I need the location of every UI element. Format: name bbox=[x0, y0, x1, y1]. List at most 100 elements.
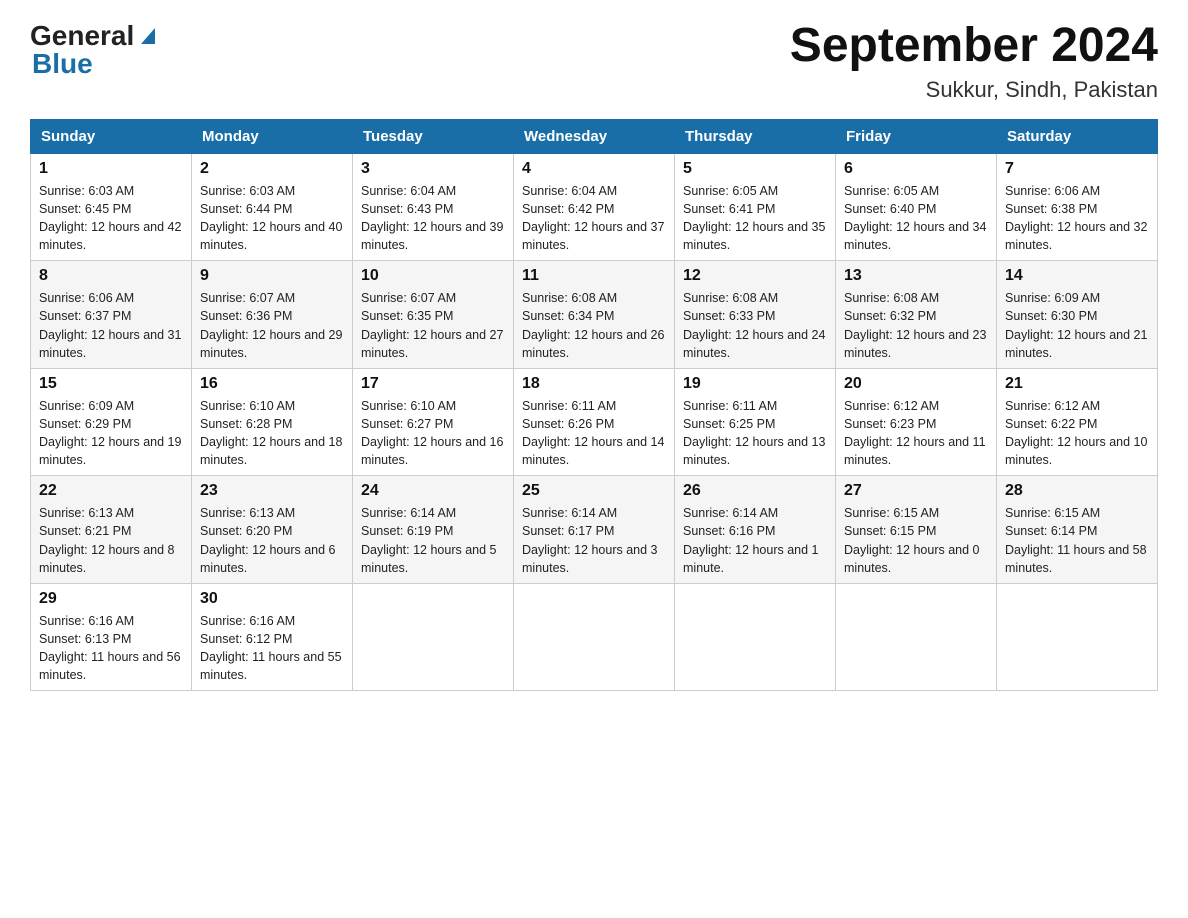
day-number: 26 bbox=[683, 482, 827, 500]
header-monday: Monday bbox=[192, 119, 353, 153]
day-info: Sunrise: 6:15 AMSunset: 6:14 PMDaylight:… bbox=[1005, 504, 1149, 577]
day-info: Sunrise: 6:04 AMSunset: 6:42 PMDaylight:… bbox=[522, 182, 666, 255]
table-row: 25Sunrise: 6:14 AMSunset: 6:17 PMDayligh… bbox=[514, 476, 675, 584]
day-number: 24 bbox=[361, 482, 505, 500]
table-row: 13 Sunrise: 6:08 AMSunset: 6:32 PMDayligh… bbox=[836, 261, 997, 369]
day-number: 7 bbox=[1005, 160, 1149, 178]
day-info: Sunrise: 6:13 AMSunset: 6:21 PMDaylight:… bbox=[39, 504, 183, 577]
calendar-week-row: 22 Sunrise: 6:13 AMSunset: 6:21 PMDayligh… bbox=[31, 476, 1158, 584]
day-number: 6 bbox=[844, 160, 988, 178]
table-row: 9 Sunrise: 6:07 AMSunset: 6:36 PMDaylight… bbox=[192, 261, 353, 369]
table-row: 17Sunrise: 6:10 AMSunset: 6:27 PMDayligh… bbox=[353, 368, 514, 476]
logo-blue-text: Blue bbox=[32, 48, 93, 80]
table-row: 1 Sunrise: 6:03 AMSunset: 6:45 PMDaylight… bbox=[31, 153, 192, 261]
table-row: 4 Sunrise: 6:04 AMSunset: 6:42 PMDaylight… bbox=[514, 153, 675, 261]
day-number: 2 bbox=[200, 160, 344, 178]
calendar-week-row: 15Sunrise: 6:09 AMSunset: 6:29 PMDayligh… bbox=[31, 368, 1158, 476]
day-number: 16 bbox=[200, 375, 344, 393]
day-info: Sunrise: 6:16 AMSunset: 6:13 PMDaylight:… bbox=[39, 612, 183, 685]
day-number: 17 bbox=[361, 375, 505, 393]
day-info: Sunrise: 6:07 AMSunset: 6:35 PMDaylight:… bbox=[361, 289, 505, 362]
table-row: 18 Sunrise: 6:11 AMSunset: 6:26 PMDayligh… bbox=[514, 368, 675, 476]
day-number: 12 bbox=[683, 267, 827, 285]
day-info: Sunrise: 6:06 AMSunset: 6:37 PMDaylight:… bbox=[39, 289, 183, 362]
day-info: Sunrise: 6:07 AMSunset: 6:36 PMDaylight:… bbox=[200, 289, 344, 362]
day-info: Sunrise: 6:14 AMSunset: 6:16 PMDaylight:… bbox=[683, 504, 827, 577]
day-number: 28 bbox=[1005, 482, 1149, 500]
day-info: Sunrise: 6:05 AMSunset: 6:40 PMDaylight:… bbox=[844, 182, 988, 255]
table-row bbox=[997, 583, 1158, 691]
table-row: 24 Sunrise: 6:14 AMSunset: 6:19 PMDayligh… bbox=[353, 476, 514, 584]
day-number: 13 bbox=[844, 267, 988, 285]
day-info: Sunrise: 6:12 AMSunset: 6:23 PMDaylight:… bbox=[844, 397, 988, 470]
day-info: Sunrise: 6:12 AMSunset: 6:22 PMDaylight:… bbox=[1005, 397, 1149, 470]
day-info: Sunrise: 6:09 AMSunset: 6:30 PMDaylight:… bbox=[1005, 289, 1149, 362]
calendar-week-row: 8Sunrise: 6:06 AMSunset: 6:37 PMDaylight… bbox=[31, 261, 1158, 369]
day-info: Sunrise: 6:08 AMSunset: 6:32 PMDaylight:… bbox=[844, 289, 988, 362]
calendar-title-block: September 2024 Sukkur, Sindh, Pakistan bbox=[790, 20, 1158, 103]
page-header: General Blue September 2024 Sukkur, Sind… bbox=[30, 20, 1158, 103]
day-number: 1 bbox=[39, 160, 183, 178]
table-row: 8Sunrise: 6:06 AMSunset: 6:37 PMDaylight… bbox=[31, 261, 192, 369]
day-number: 14 bbox=[1005, 267, 1149, 285]
table-row: 29 Sunrise: 6:16 AMSunset: 6:13 PMDayligh… bbox=[31, 583, 192, 691]
day-info: Sunrise: 6:13 AMSunset: 6:20 PMDaylight:… bbox=[200, 504, 344, 577]
header-friday: Friday bbox=[836, 119, 997, 153]
day-number: 3 bbox=[361, 160, 505, 178]
day-info: Sunrise: 6:05 AMSunset: 6:41 PMDaylight:… bbox=[683, 182, 827, 255]
day-info: Sunrise: 6:11 AMSunset: 6:26 PMDaylight:… bbox=[522, 397, 666, 470]
day-number: 22 bbox=[39, 482, 183, 500]
day-info: Sunrise: 6:15 AMSunset: 6:15 PMDaylight:… bbox=[844, 504, 988, 577]
calendar-week-row: 1 Sunrise: 6:03 AMSunset: 6:45 PMDaylight… bbox=[31, 153, 1158, 261]
day-info: Sunrise: 6:06 AMSunset: 6:38 PMDaylight:… bbox=[1005, 182, 1149, 255]
table-row: 3 Sunrise: 6:04 AMSunset: 6:43 PMDaylight… bbox=[353, 153, 514, 261]
day-number: 18 bbox=[522, 375, 666, 393]
header-thursday: Thursday bbox=[675, 119, 836, 153]
calendar-week-row: 29 Sunrise: 6:16 AMSunset: 6:13 PMDayligh… bbox=[31, 583, 1158, 691]
day-number: 29 bbox=[39, 590, 183, 608]
day-number: 4 bbox=[522, 160, 666, 178]
table-row: 23 Sunrise: 6:13 AMSunset: 6:20 PMDayligh… bbox=[192, 476, 353, 584]
logo-triangle-icon bbox=[137, 24, 159, 51]
calendar-header-row: Sunday Monday Tuesday Wednesday Thursday… bbox=[31, 119, 1158, 153]
table-row: 5Sunrise: 6:05 AMSunset: 6:41 PMDaylight… bbox=[675, 153, 836, 261]
day-number: 30 bbox=[200, 590, 344, 608]
table-row: 20Sunrise: 6:12 AMSunset: 6:23 PMDayligh… bbox=[836, 368, 997, 476]
table-row: 10 Sunrise: 6:07 AMSunset: 6:35 PMDayligh… bbox=[353, 261, 514, 369]
table-row bbox=[514, 583, 675, 691]
table-row: 26 Sunrise: 6:14 AMSunset: 6:16 PMDayligh… bbox=[675, 476, 836, 584]
table-row: 6 Sunrise: 6:05 AMSunset: 6:40 PMDaylight… bbox=[836, 153, 997, 261]
header-saturday: Saturday bbox=[997, 119, 1158, 153]
day-info: Sunrise: 6:04 AMSunset: 6:43 PMDaylight:… bbox=[361, 182, 505, 255]
table-row: 27Sunrise: 6:15 AMSunset: 6:15 PMDayligh… bbox=[836, 476, 997, 584]
table-row: 19Sunrise: 6:11 AMSunset: 6:25 PMDayligh… bbox=[675, 368, 836, 476]
table-row: 14 Sunrise: 6:09 AMSunset: 6:30 PMDayligh… bbox=[997, 261, 1158, 369]
day-info: Sunrise: 6:03 AMSunset: 6:45 PMDaylight:… bbox=[39, 182, 183, 255]
table-row: 30Sunrise: 6:16 AMSunset: 6:12 PMDayligh… bbox=[192, 583, 353, 691]
day-info: Sunrise: 6:08 AMSunset: 6:34 PMDaylight:… bbox=[522, 289, 666, 362]
table-row: 21 Sunrise: 6:12 AMSunset: 6:22 PMDayligh… bbox=[997, 368, 1158, 476]
day-number: 21 bbox=[1005, 375, 1149, 393]
calendar-table: Sunday Monday Tuesday Wednesday Thursday… bbox=[30, 119, 1158, 692]
day-info: Sunrise: 6:08 AMSunset: 6:33 PMDaylight:… bbox=[683, 289, 827, 362]
day-number: 10 bbox=[361, 267, 505, 285]
day-number: 9 bbox=[200, 267, 344, 285]
day-number: 23 bbox=[200, 482, 344, 500]
table-row: 7 Sunrise: 6:06 AMSunset: 6:38 PMDaylight… bbox=[997, 153, 1158, 261]
table-row: 22 Sunrise: 6:13 AMSunset: 6:21 PMDayligh… bbox=[31, 476, 192, 584]
table-row bbox=[353, 583, 514, 691]
day-info: Sunrise: 6:14 AMSunset: 6:19 PMDaylight:… bbox=[361, 504, 505, 577]
table-row: 28 Sunrise: 6:15 AMSunset: 6:14 PMDayligh… bbox=[997, 476, 1158, 584]
logo: General Blue bbox=[30, 20, 159, 80]
header-sunday: Sunday bbox=[31, 119, 192, 153]
header-tuesday: Tuesday bbox=[353, 119, 514, 153]
day-number: 15 bbox=[39, 375, 183, 393]
table-row: 11 Sunrise: 6:08 AMSunset: 6:34 PMDayligh… bbox=[514, 261, 675, 369]
day-info: Sunrise: 6:14 AMSunset: 6:17 PMDaylight:… bbox=[522, 504, 666, 577]
day-number: 11 bbox=[522, 267, 666, 285]
table-row bbox=[675, 583, 836, 691]
table-row: 12 Sunrise: 6:08 AMSunset: 6:33 PMDayligh… bbox=[675, 261, 836, 369]
day-info: Sunrise: 6:10 AMSunset: 6:28 PMDaylight:… bbox=[200, 397, 344, 470]
day-number: 19 bbox=[683, 375, 827, 393]
day-info: Sunrise: 6:03 AMSunset: 6:44 PMDaylight:… bbox=[200, 182, 344, 255]
